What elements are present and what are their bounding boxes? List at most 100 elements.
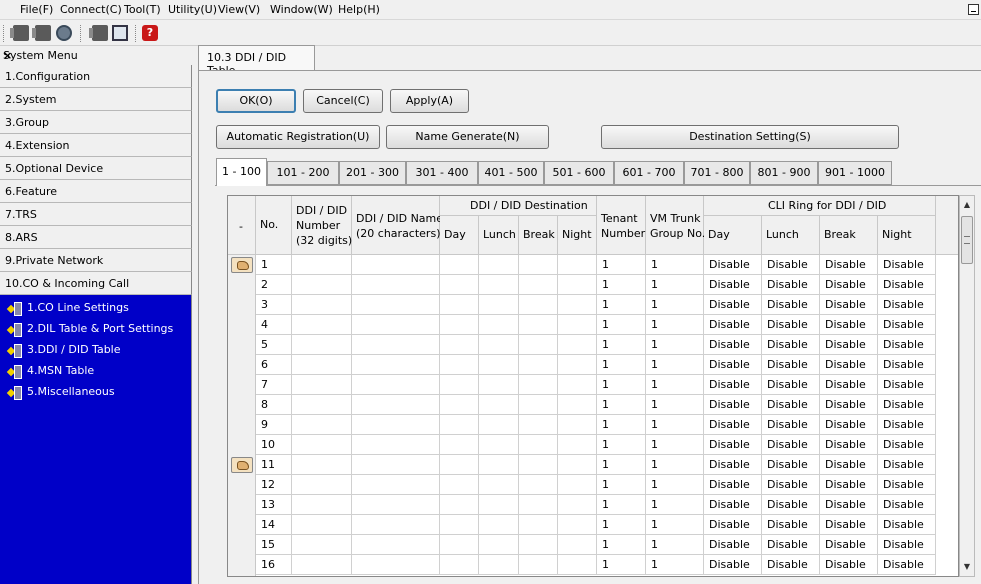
dest-night-cell[interactable] bbox=[558, 315, 597, 335]
cli-lunch-cell[interactable]: Disable bbox=[762, 455, 820, 475]
cli-break-cell[interactable]: Disable bbox=[820, 375, 878, 395]
ddi-name-cell[interactable] bbox=[352, 435, 440, 455]
cli-night-cell[interactable]: Disable bbox=[878, 295, 936, 315]
ddi-name-cell[interactable] bbox=[352, 375, 440, 395]
vm-trunk-cell[interactable]: 1 bbox=[646, 555, 704, 575]
cli-break-cell[interactable]: Disable bbox=[820, 515, 878, 535]
cli-night-cell[interactable]: Disable bbox=[878, 475, 936, 495]
tenant-cell[interactable]: 1 bbox=[597, 355, 646, 375]
vm-trunk-cell[interactable]: 1 bbox=[646, 295, 704, 315]
menu-category-configuration[interactable]: 1.Configuration bbox=[0, 65, 192, 88]
tenant-cell[interactable]: 1 bbox=[597, 415, 646, 435]
cli-lunch-cell[interactable]: Disable bbox=[762, 495, 820, 515]
tab-range-301-400[interactable]: 301 - 400 bbox=[406, 161, 478, 185]
cli-break-cell[interactable]: Disable bbox=[820, 555, 878, 575]
select-all-header[interactable]: - bbox=[228, 196, 256, 255]
ddi-number-cell[interactable] bbox=[292, 435, 352, 455]
device-icon[interactable] bbox=[89, 25, 108, 41]
menu-help[interactable]: Help(H) bbox=[338, 3, 380, 16]
cli-break-cell[interactable]: Disable bbox=[820, 275, 878, 295]
cli-lunch-cell[interactable]: Disable bbox=[762, 335, 820, 355]
dest-break-cell[interactable] bbox=[519, 515, 558, 535]
cli-lunch-cell[interactable]: Disable bbox=[762, 255, 820, 275]
cli-day-cell[interactable]: Disable bbox=[704, 255, 762, 275]
cli-night-cell[interactable]: Disable bbox=[878, 435, 936, 455]
dest-day-cell[interactable] bbox=[440, 475, 479, 495]
dest-lunch-cell[interactable] bbox=[479, 275, 519, 295]
cli-night-cell[interactable]: Disable bbox=[878, 275, 936, 295]
cli-break-cell[interactable]: Disable bbox=[820, 535, 878, 555]
ddi-number-cell[interactable] bbox=[292, 295, 352, 315]
cli-lunch-cell[interactable]: Disable bbox=[762, 315, 820, 335]
dest-break-cell[interactable] bbox=[519, 395, 558, 415]
dest-day-cell[interactable] bbox=[440, 275, 479, 295]
ddi-number-cell[interactable] bbox=[292, 255, 352, 275]
cli-night-cell[interactable]: Disable bbox=[878, 515, 936, 535]
tab-range-101-200[interactable]: 101 - 200 bbox=[267, 161, 339, 185]
ddi-name-cell[interactable] bbox=[352, 335, 440, 355]
dest-break-cell[interactable] bbox=[519, 415, 558, 435]
dest-night-cell[interactable] bbox=[558, 555, 597, 575]
dest-day-cell[interactable] bbox=[440, 495, 479, 515]
tenant-cell[interactable]: 1 bbox=[597, 475, 646, 495]
tab-range-1-100[interactable]: 1 - 100 bbox=[216, 158, 267, 186]
scroll-thumb[interactable] bbox=[961, 216, 973, 264]
dest-day-cell[interactable] bbox=[440, 435, 479, 455]
cli-break-cell[interactable]: Disable bbox=[820, 435, 878, 455]
apply-button[interactable]: Apply(A) bbox=[390, 89, 469, 113]
vm-trunk-cell[interactable]: 1 bbox=[646, 395, 704, 415]
dest-lunch-cell[interactable] bbox=[479, 355, 519, 375]
cli-lunch-cell[interactable]: Disable bbox=[762, 555, 820, 575]
cli-day-cell[interactable]: Disable bbox=[704, 495, 762, 515]
ddi-number-cell[interactable] bbox=[292, 335, 352, 355]
ddi-name-cell[interactable] bbox=[352, 395, 440, 415]
cli-night-cell[interactable]: Disable bbox=[878, 495, 936, 515]
dest-night-cell[interactable] bbox=[558, 495, 597, 515]
tab-range-201-300[interactable]: 201 - 300 bbox=[339, 161, 406, 185]
dest-lunch-cell[interactable] bbox=[479, 515, 519, 535]
ddi-number-cell[interactable] bbox=[292, 495, 352, 515]
dest-lunch-cell[interactable] bbox=[479, 535, 519, 555]
ddi-number-cell[interactable] bbox=[292, 355, 352, 375]
dest-day-cell[interactable] bbox=[440, 355, 479, 375]
tenant-cell[interactable]: 1 bbox=[597, 315, 646, 335]
ddi-number-cell[interactable] bbox=[292, 535, 352, 555]
menu-tool[interactable]: Tool(T) bbox=[124, 3, 161, 16]
vm-trunk-cell[interactable]: 1 bbox=[646, 495, 704, 515]
tab-range-701-800[interactable]: 701 - 800 bbox=[684, 161, 750, 185]
connect-device-icon[interactable] bbox=[10, 25, 29, 41]
cli-day-cell[interactable]: Disable bbox=[704, 295, 762, 315]
cli-break-cell[interactable]: Disable bbox=[820, 455, 878, 475]
cli-night-cell[interactable]: Disable bbox=[878, 335, 936, 355]
menu-category-co-incoming[interactable]: 10.CO & Incoming Call bbox=[0, 272, 192, 295]
destination-setting-button[interactable]: Destination Setting(S) bbox=[601, 125, 899, 149]
dest-lunch-cell[interactable] bbox=[479, 335, 519, 355]
tenant-cell[interactable]: 1 bbox=[597, 275, 646, 295]
cli-lunch-cell[interactable]: Disable bbox=[762, 515, 820, 535]
dest-break-cell[interactable] bbox=[519, 295, 558, 315]
dest-night-cell[interactable] bbox=[558, 295, 597, 315]
ddi-name-cell[interactable] bbox=[352, 455, 440, 475]
dest-night-cell[interactable] bbox=[558, 255, 597, 275]
dest-break-cell[interactable] bbox=[519, 475, 558, 495]
tenant-cell[interactable]: 1 bbox=[597, 255, 646, 275]
cli-break-cell[interactable]: Disable bbox=[820, 315, 878, 335]
menu-category-ars[interactable]: 8.ARS bbox=[0, 226, 192, 249]
dest-lunch-cell[interactable] bbox=[479, 555, 519, 575]
dest-break-cell[interactable] bbox=[519, 355, 558, 375]
cli-lunch-cell[interactable]: Disable bbox=[762, 435, 820, 455]
cli-day-cell[interactable]: Disable bbox=[704, 515, 762, 535]
dest-lunch-cell[interactable] bbox=[479, 315, 519, 335]
dest-break-cell[interactable] bbox=[519, 375, 558, 395]
tenant-cell[interactable]: 1 bbox=[597, 495, 646, 515]
menu-file[interactable]: File(F) bbox=[20, 3, 53, 16]
tenant-cell[interactable]: 1 bbox=[597, 555, 646, 575]
name-generate-button[interactable]: Name Generate(N) bbox=[386, 125, 549, 149]
vm-trunk-cell[interactable]: 1 bbox=[646, 375, 704, 395]
dest-break-cell[interactable] bbox=[519, 495, 558, 515]
dest-lunch-cell[interactable] bbox=[479, 455, 519, 475]
menu-category-feature[interactable]: 6.Feature bbox=[0, 180, 192, 203]
dest-day-cell[interactable] bbox=[440, 415, 479, 435]
dest-night-cell[interactable] bbox=[558, 335, 597, 355]
menu-category-group[interactable]: 3.Group bbox=[0, 111, 192, 134]
